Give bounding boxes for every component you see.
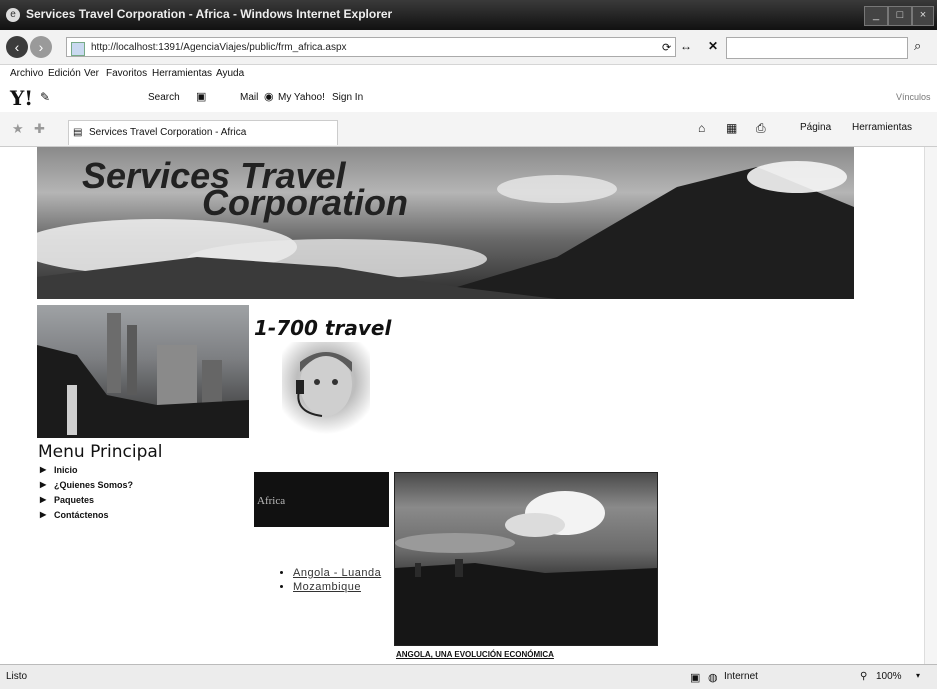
add-favorites-icon[interactable]: ✚ <box>34 121 45 137</box>
arrow-right-icon: ▶ <box>40 510 47 519</box>
edit-icon[interactable]: ✎ <box>40 90 50 104</box>
region-header: Africa <box>254 472 389 527</box>
phone-number: 1-700 travel <box>254 316 392 340</box>
title-bar: e Services Travel Corporation - Africa -… <box>0 0 937 30</box>
zoom-level[interactable]: 100% <box>876 671 902 682</box>
tab-active[interactable]: ▤ Services Travel Corporation - Africa <box>68 120 338 145</box>
globe-icon: ◍ <box>708 672 718 684</box>
address-bar: ‹ › http://localhost:1391/AgenciaViajes/… <box>0 30 937 65</box>
tab-label: Services Travel Corporation - Africa <box>89 127 247 138</box>
tab-bar: ★ ✚ ▤ Services Travel Corporation - Afri… <box>0 112 937 147</box>
forward-button[interactable]: › <box>30 36 52 58</box>
my-yahoo-icon: ◉ <box>264 91 274 103</box>
header-banner: Services Travel Corporation <box>37 147 854 299</box>
menu-favoritos[interactable]: Favoritos <box>106 68 147 79</box>
mail-button[interactable]: Mail <box>240 92 258 103</box>
link-mozambique[interactable]: Mozambique <box>293 581 361 593</box>
angola-photo <box>394 472 658 646</box>
page-icon <box>71 42 85 56</box>
menu-edicion[interactable]: Edición <box>48 68 81 79</box>
arrow-right-icon: ▶ <box>40 480 47 489</box>
maximize-button[interactable]: □ <box>888 6 912 26</box>
menu-ver[interactable]: Ver <box>84 68 99 79</box>
menu-herramientas[interactable]: Herramientas <box>152 68 212 79</box>
arrow-right-icon: ▶ <box>40 495 47 504</box>
menu-bar: Archivo Edición Ver Favoritos Herramient… <box>0 66 937 84</box>
yahoo-toolbar: Y! ✎ Search ▣ Mail ◉ My Yahoo! Sign In V… <box>0 86 937 110</box>
pagina-menu[interactable]: Página <box>800 122 831 133</box>
arrow-right-icon: ▶ <box>40 465 47 474</box>
go-icon[interactable]: ↔ <box>680 39 692 53</box>
feeds-icon[interactable]: ▦ <box>726 121 737 135</box>
url-input[interactable]: http://localhost:1391/AgenciaViajes/publ… <box>66 37 676 57</box>
city-photo <box>37 305 249 438</box>
tab-page-icon: ▤ <box>73 127 83 138</box>
home-icon[interactable]: ⌂ <box>698 121 705 135</box>
menu-item-contactenos[interactable]: ▶ Contáctenos <box>40 510 133 525</box>
url-text: http://localhost:1391/AgenciaViajes/publ… <box>91 42 347 53</box>
main-menu: ▶ Inicio ▶ ¿Quienes Somos? ▶ Paquetes ▶ Cont… <box>40 465 133 525</box>
close-button[interactable]: × <box>912 6 934 26</box>
favorites-star-icon[interactable]: ★ <box>12 121 24 137</box>
list-item: Angola - Luanda <box>293 566 381 580</box>
menu-item-paquetes[interactable]: ▶ Paquetes <box>40 495 133 510</box>
link-angola[interactable]: Angola - Luanda <box>293 567 381 579</box>
my-yahoo-button[interactable]: My Yahoo! <box>278 92 325 103</box>
menu-item-quienes-somos[interactable]: ▶ ¿Quienes Somos? <box>40 480 133 495</box>
search-input[interactable] <box>726 37 908 59</box>
menu-principal-title: Menu Principal <box>38 442 163 462</box>
window-icon[interactable]: ▣ <box>196 90 206 103</box>
image-caption-link[interactable]: ANGOLA, UNA EVOLUCIÓN ECONÓMICA <box>396 650 554 659</box>
protected-mode-icon: ▣ <box>690 672 701 684</box>
print-icon[interactable]: ⎙ <box>756 121 766 136</box>
herramientas-menu[interactable]: Herramientas <box>852 122 912 133</box>
ie-logo-icon: e <box>6 8 20 22</box>
minimize-button[interactable]: _ <box>864 6 888 26</box>
list-item: Mozambique <box>293 580 381 594</box>
menu-archivo[interactable]: Archivo <box>10 68 43 79</box>
vinculos-link[interactable]: Vínculos <box>896 92 931 102</box>
refresh-icon[interactable]: ⟳ <box>662 41 671 54</box>
banner-title-line2: Corporation <box>202 182 408 223</box>
vertical-scrollbar[interactable] <box>924 147 937 664</box>
zoom-icon: ⚲ <box>860 671 868 682</box>
zone-text: Internet <box>724 671 758 682</box>
window-title: Services Travel Corporation - Africa - W… <box>26 7 393 21</box>
yahoo-search-button[interactable]: Search <box>148 92 180 103</box>
support-agent-photo <box>282 342 370 440</box>
stop-icon[interactable]: ✕ <box>708 39 718 53</box>
status-bar: Listo ▣ ◍ Internet ⚲ 100% ▾ <box>0 664 937 689</box>
back-button[interactable]: ‹ <box>6 36 28 58</box>
chevron-down-icon[interactable]: ▾ <box>916 671 920 680</box>
yahoo-logo[interactable]: Y! <box>10 86 33 110</box>
status-text: Listo <box>6 671 28 682</box>
sign-in-button[interactable]: Sign In <box>332 92 363 103</box>
menu-item-inicio[interactable]: ▶ Inicio <box>40 465 133 480</box>
menu-ayuda[interactable]: Ayuda <box>216 68 244 79</box>
region-label: Africa <box>257 495 286 507</box>
search-icon[interactable]: ⌕ <box>914 38 921 54</box>
country-list: Angola - Luanda Mozambique <box>277 566 381 594</box>
